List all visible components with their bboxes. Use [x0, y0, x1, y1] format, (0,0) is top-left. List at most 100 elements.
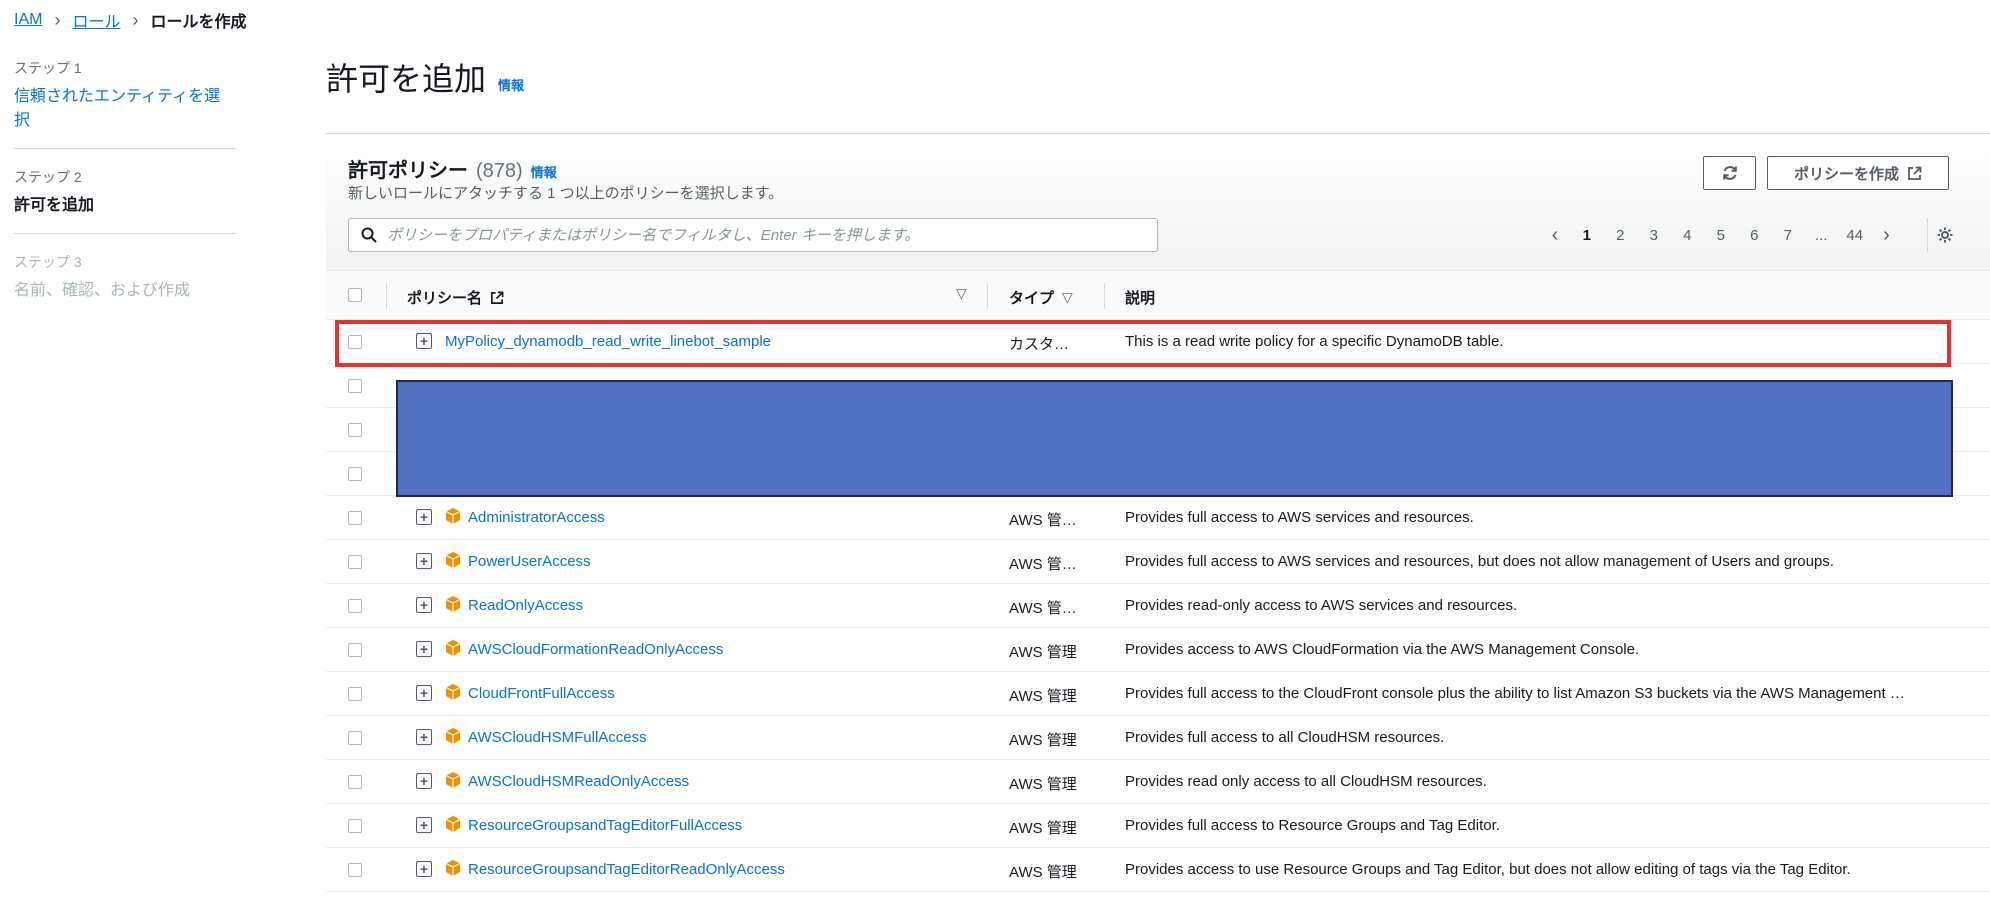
- expand-icon[interactable]: +: [416, 597, 432, 613]
- page-3[interactable]: 3: [1637, 227, 1671, 244]
- column-divider: [1104, 283, 1105, 309]
- policy-name-link[interactable]: ResourceGroupsandTagEditorReadOnlyAccess: [468, 861, 785, 878]
- policy-search: [348, 218, 1158, 252]
- column-type[interactable]: タイプ ▽: [1009, 287, 1073, 308]
- column-policy-name[interactable]: ポリシー名: [407, 287, 504, 308]
- panel-title: 許可ポリシー (878) 情報: [348, 154, 557, 183]
- row-checkbox[interactable]: [348, 511, 362, 525]
- row-checkbox[interactable]: [348, 599, 362, 613]
- select-all-checkbox[interactable]: [348, 288, 362, 302]
- table-row[interactable]: + CloudFrontFullAccess AWS 管理 Provides f…: [326, 672, 1990, 716]
- pagination: ‹ 1 2 3 4 5 6 7 ... 44 ›: [1540, 224, 1902, 247]
- column-policy-name-label: ポリシー名: [407, 290, 483, 307]
- breadcrumb: IAM › ロール › ロールを作成: [14, 8, 246, 32]
- row-checkbox[interactable]: [348, 467, 362, 481]
- highlight-box: [335, 320, 1951, 367]
- table-row[interactable]: + AWSCloudFormationReadOnlyAccess AWS 管理…: [326, 628, 1990, 672]
- row-checkbox[interactable]: [348, 775, 362, 789]
- column-divider: [386, 283, 387, 309]
- refresh-button[interactable]: [1703, 156, 1756, 190]
- expand-icon[interactable]: +: [416, 817, 432, 833]
- page-7[interactable]: 7: [1771, 227, 1805, 244]
- info-link[interactable]: 情報: [498, 75, 524, 94]
- column-description: 説明: [1125, 287, 1155, 308]
- breadcrumb-roles[interactable]: ロール: [72, 8, 120, 32]
- row-checkbox[interactable]: [348, 819, 362, 833]
- column-divider: [987, 283, 988, 309]
- search-input[interactable]: [387, 226, 1147, 244]
- permissions-policies-panel: 許可ポリシー (878) 情報 新しいロールにアタッチする 1 つ以上のポリシー…: [326, 133, 1990, 916]
- expand-icon[interactable]: +: [416, 641, 432, 657]
- table-row[interactable]: + AdministratorAccess AWS 管… Provides fu…: [326, 496, 1990, 540]
- expand-icon[interactable]: +: [416, 729, 432, 745]
- chevron-right-icon: ›: [54, 9, 61, 30]
- policy-description: Provides read only access to all CloudHS…: [1125, 773, 1487, 790]
- table-row[interactable]: + ResourceGroupsandTagEditorReadOnlyAcce…: [326, 848, 1990, 892]
- policy-description: Provides access to use Resource Groups a…: [1125, 861, 1851, 878]
- sort-down-icon[interactable]: ▽: [956, 285, 967, 302]
- policy-name-link[interactable]: CloudFrontFullAccess: [468, 685, 615, 702]
- row-checkbox[interactable]: [348, 731, 362, 745]
- policy-type: AWS 管…: [1009, 556, 1077, 573]
- policy-name-link[interactable]: ReadOnlyAccess: [468, 597, 583, 614]
- policy-type: AWS 管…: [1009, 512, 1077, 529]
- policy-description: Provides full access to AWS services and…: [1125, 509, 1474, 526]
- policy-description: Provides access to AWS CloudFormation vi…: [1125, 641, 1640, 658]
- step-2-title: 許可を追加: [14, 197, 95, 214]
- step-label: ステップ 3: [14, 254, 82, 270]
- expand-icon[interactable]: +: [416, 861, 432, 877]
- step-1-link[interactable]: 信頼されたエンティティを選択: [14, 82, 236, 130]
- column-type-label: タイプ: [1009, 290, 1055, 307]
- row-checkbox[interactable]: [348, 423, 362, 437]
- aws-managed-package-icon: [445, 772, 461, 788]
- page-44[interactable]: 44: [1838, 227, 1872, 244]
- breadcrumb-iam[interactable]: IAM: [14, 11, 42, 29]
- policy-name-link[interactable]: AWSCloudFormationReadOnlyAccess: [468, 641, 723, 658]
- policy-description: Provides read-only access to AWS service…: [1125, 597, 1518, 614]
- policy-description: Provides full access to Resource Groups …: [1125, 817, 1500, 834]
- step-label: ステップ 2: [14, 169, 82, 185]
- row-checkbox[interactable]: [348, 379, 362, 393]
- info-link[interactable]: 情報: [531, 162, 557, 181]
- policy-name-link[interactable]: AWSCloudHSMFullAccess: [468, 729, 647, 746]
- table-row[interactable]: + ResourceGroupsandTagEditorFullAccess A…: [326, 804, 1990, 848]
- create-policy-button[interactable]: ポリシーを作成: [1767, 156, 1949, 190]
- row-checkbox[interactable]: [348, 555, 362, 569]
- aws-managed-package-icon: [445, 552, 461, 568]
- policy-type: AWS 管理: [1009, 688, 1077, 705]
- step-3-title: 名前、確認、および作成: [14, 282, 191, 299]
- expand-icon[interactable]: +: [416, 509, 432, 525]
- page-2[interactable]: 2: [1604, 227, 1638, 244]
- page-4[interactable]: 4: [1671, 227, 1705, 244]
- expand-icon[interactable]: +: [416, 553, 432, 569]
- policy-name-link[interactable]: AdministratorAccess: [468, 509, 605, 526]
- wizard-steps: ステップ 1 信頼されたエンティティを選択 ステップ 2 許可を追加 ステップ …: [14, 58, 236, 336]
- breadcrumb-current: ロールを作成: [150, 14, 247, 31]
- sort-down-icon: ▽: [1062, 289, 1073, 305]
- preferences-button[interactable]: [1927, 218, 1961, 252]
- policy-name-link[interactable]: PowerUserAccess: [468, 553, 591, 570]
- page-header: 許可を追加 情報: [326, 54, 524, 100]
- chevron-right-icon[interactable]: ›: [1872, 224, 1902, 247]
- chevron-right-icon: ›: [132, 9, 139, 30]
- table-row[interactable]: + AWSCloudHSMFullAccess AWS 管理 Provides …: [326, 716, 1990, 760]
- table-row[interactable]: + AWSCloudHSMReadOnlyAccess AWS 管理 Provi…: [326, 760, 1990, 804]
- expand-icon[interactable]: +: [416, 685, 432, 701]
- policy-type: AWS 管理: [1009, 644, 1077, 661]
- chevron-left-icon[interactable]: ‹: [1540, 224, 1570, 247]
- policy-name-link[interactable]: ResourceGroupsandTagEditorFullAccess: [468, 817, 742, 834]
- policy-description: Provides full access to all CloudHSM res…: [1125, 729, 1445, 746]
- row-checkbox[interactable]: [348, 687, 362, 701]
- row-checkbox[interactable]: [348, 643, 362, 657]
- page-5[interactable]: 5: [1704, 227, 1738, 244]
- policy-type: AWS 管理: [1009, 776, 1077, 793]
- table-row[interactable]: + ReadOnlyAccess AWS 管… Provides read-on…: [326, 584, 1990, 628]
- table-row[interactable]: + PowerUserAccess AWS 管… Provides full a…: [326, 540, 1990, 584]
- page-6[interactable]: 6: [1738, 227, 1772, 244]
- policy-name-link[interactable]: AWSCloudHSMReadOnlyAccess: [468, 773, 689, 790]
- row-checkbox[interactable]: [348, 863, 362, 877]
- search-icon: [361, 227, 377, 243]
- page-1[interactable]: 1: [1570, 227, 1604, 244]
- external-link-icon: [491, 291, 504, 304]
- expand-icon[interactable]: +: [416, 773, 432, 789]
